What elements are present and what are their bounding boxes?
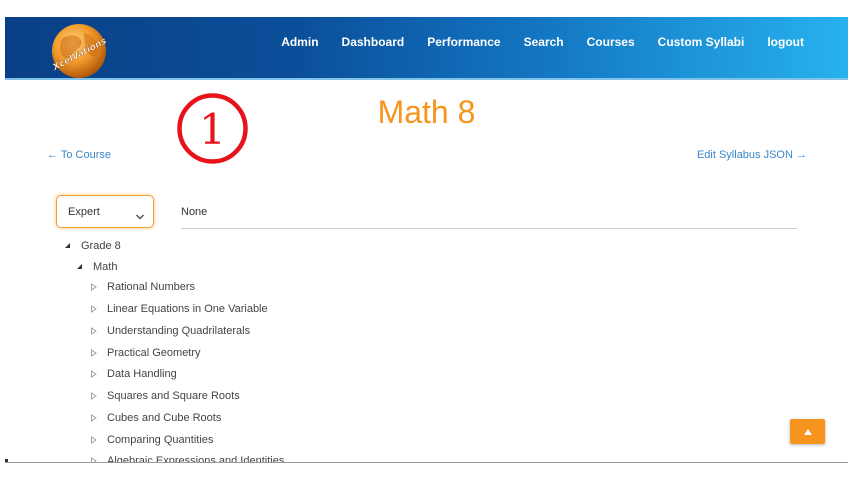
level-select[interactable]: Expert xyxy=(56,195,154,228)
tree-node-label: Algebraic Expressions and Identities xyxy=(107,455,285,463)
tree-node-label: Data Handling xyxy=(107,368,177,380)
tree-node-label: Practical Geometry xyxy=(107,347,201,359)
tree-node-chapter[interactable]: Cubes and Cube Roots xyxy=(90,410,221,426)
tree-node-label: Math xyxy=(93,261,118,273)
tree-node-label: Squares and Square Roots xyxy=(107,390,240,402)
tree-node-grade[interactable]: Grade 8 xyxy=(64,238,121,254)
filter-field[interactable]: None xyxy=(181,195,797,229)
tree-node-label: Linear Equations in One Variable xyxy=(107,303,268,315)
scroll-to-top-button[interactable] xyxy=(790,419,825,444)
collapsed-triangle-icon[interactable] xyxy=(90,414,98,422)
top-navbar: XcelVations Admin Dashboard Performance … xyxy=(5,17,848,80)
collapsed-triangle-icon[interactable] xyxy=(90,283,98,291)
filter-value: None xyxy=(181,205,208,218)
nav-dashboard[interactable]: Dashboard xyxy=(342,35,405,49)
tree-node-label: Comparing Quantities xyxy=(107,434,214,446)
nav-custom-syllabi[interactable]: Custom Syllabi xyxy=(658,35,745,49)
arrow-up-icon xyxy=(803,423,813,441)
chevron-down-icon xyxy=(135,208,145,220)
tree-node-chapter[interactable]: Understanding Quadrilaterals xyxy=(90,323,250,339)
collapsed-triangle-icon[interactable] xyxy=(90,305,98,313)
tree-node-chapter[interactable]: Comparing Quantities xyxy=(90,432,213,448)
collapsed-triangle-icon[interactable] xyxy=(90,349,98,357)
tree-node-chapter[interactable]: Algebraic Expressions and Identities xyxy=(90,453,285,463)
nav-search[interactable]: Search xyxy=(524,35,564,49)
divider-dot xyxy=(5,459,8,462)
back-to-course-link[interactable]: ← To Course xyxy=(47,149,111,161)
tree-node-label: Understanding Quadrilaterals xyxy=(107,325,251,337)
tree-node-chapter[interactable]: Linear Equations in One Variable xyxy=(90,301,268,317)
page-title: Math 8 xyxy=(377,94,476,130)
tree-node-chapter[interactable]: Data Handling xyxy=(90,366,177,382)
edit-syllabus-json-link[interactable]: Edit Syllabus JSON → xyxy=(697,149,807,161)
level-select-value: Expert xyxy=(68,205,100,218)
tree-node-label: Rational Numbers xyxy=(107,281,196,293)
collapsed-triangle-icon[interactable] xyxy=(90,436,98,444)
tree-node-label: Cubes and Cube Roots xyxy=(107,412,222,424)
nav-links: Admin Dashboard Performance Search Cours… xyxy=(258,17,804,67)
expanded-triangle-icon[interactable] xyxy=(76,263,84,271)
nav-logout[interactable]: logout xyxy=(767,35,804,49)
tree-node-label: Grade 8 xyxy=(81,240,121,252)
tree-node-chapter[interactable]: Rational Numbers xyxy=(90,279,195,295)
collapsed-triangle-icon[interactable] xyxy=(90,327,98,335)
collapsed-triangle-icon[interactable] xyxy=(90,457,98,462)
tree-node-subject[interactable]: Math xyxy=(76,259,117,275)
tree-node-chapter[interactable]: Squares and Square Roots xyxy=(90,388,240,404)
nav-courses[interactable]: Courses xyxy=(587,35,635,49)
tree-node-chapter[interactable]: Practical Geometry xyxy=(90,345,201,361)
nav-performance[interactable]: Performance xyxy=(427,35,500,49)
page-frame: XcelVations Admin Dashboard Performance … xyxy=(5,17,848,463)
nav-admin[interactable]: Admin xyxy=(281,35,318,49)
brand-logo[interactable]: XcelVations xyxy=(48,21,110,79)
expanded-triangle-icon[interactable] xyxy=(64,242,72,250)
collapsed-triangle-icon[interactable] xyxy=(90,370,98,378)
collapsed-triangle-icon[interactable] xyxy=(90,392,98,400)
